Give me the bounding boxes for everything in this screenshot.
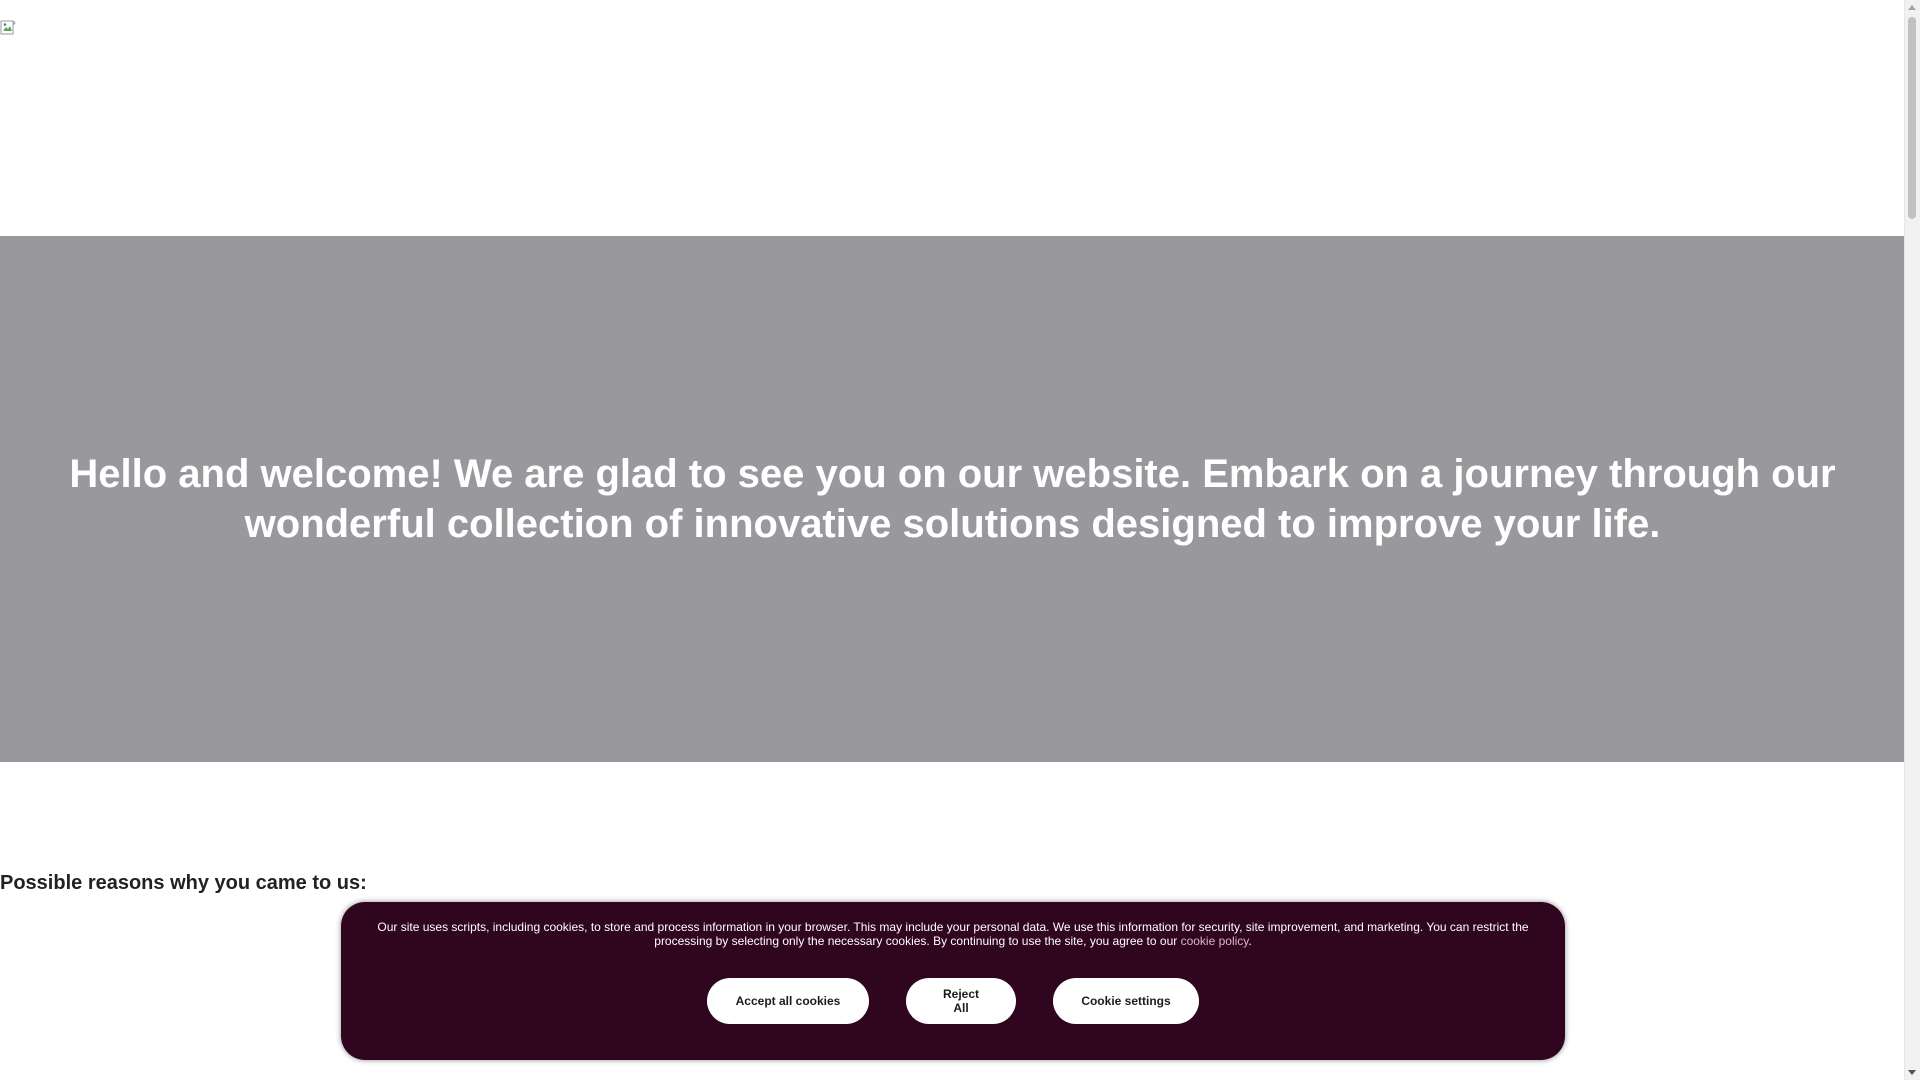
cookie-notice-text: Our site uses scripts, including cookies… xyxy=(371,920,1535,948)
scroll-down-arrow-icon[interactable] xyxy=(1908,1070,1916,1075)
cookie-settings-button[interactable]: Cookie settings xyxy=(1053,978,1199,1024)
site-header xyxy=(0,0,1905,236)
hero-title: Hello and welcome! We are glad to see yo… xyxy=(69,452,1836,546)
cookie-notice-end: . xyxy=(1248,934,1252,948)
cookie-button-row: Accept all cookies Reject All Cookie set… xyxy=(341,978,1565,1024)
page: Hello and welcome! We are glad to see yo… xyxy=(0,0,1905,1080)
scrollbar-thumb[interactable] xyxy=(1908,17,1916,219)
cookie-notice-body: Our site uses scripts, including cookies… xyxy=(377,920,1529,948)
vertical-scrollbar[interactable] xyxy=(1904,0,1920,1080)
reject-all-button[interactable]: Reject All xyxy=(906,978,1016,1024)
reasons-heading: Possible reasons why you came to us: xyxy=(0,872,367,894)
cookie-policy-link[interactable]: cookie policy xyxy=(1181,934,1249,948)
cookie-banner: Our site uses scripts, including cookies… xyxy=(341,902,1565,1060)
scroll-up-arrow-icon[interactable] xyxy=(1908,5,1916,10)
hero-section: Hello and welcome! We are glad to see yo… xyxy=(0,236,1905,762)
broken-image-icon xyxy=(0,20,16,35)
accept-all-cookies-button[interactable]: Accept all cookies xyxy=(707,978,869,1024)
